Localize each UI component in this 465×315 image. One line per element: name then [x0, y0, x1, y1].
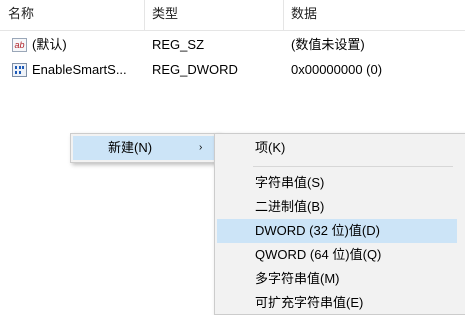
- menu-item-multi-string-value[interactable]: 多字符串值(M): [217, 267, 457, 291]
- column-divider[interactable]: [144, 0, 145, 30]
- value-type: REG_SZ: [152, 37, 205, 52]
- menu-item-binary-value[interactable]: 二进制值(B): [217, 195, 457, 219]
- table-row[interactable]: EnableSmartS... REG_DWORD 0x00000000 (0): [0, 59, 465, 81]
- value-name: EnableSmartS...: [32, 62, 127, 77]
- value-data: 0x00000000 (0): [291, 62, 383, 77]
- column-header-type[interactable]: 类型: [152, 0, 178, 30]
- table-row[interactable]: ab (默认) REG_SZ (数值未设置): [0, 34, 465, 56]
- binary-value-icon: [12, 63, 27, 77]
- column-divider[interactable]: [283, 0, 284, 30]
- menu-item-label: 多字符串值(M): [255, 271, 340, 286]
- menu-item-expandable-string-value[interactable]: 可扩充字符串值(E): [217, 291, 457, 315]
- menu-item-dword-value[interactable]: DWORD (32 位)值(D): [217, 219, 457, 243]
- chevron-right-icon: ›: [199, 142, 203, 153]
- menu-item-qword-value[interactable]: QWORD (64 位)值(Q): [217, 243, 457, 267]
- menu-separator: [253, 166, 453, 167]
- menu-item-label: 项(K): [255, 140, 286, 155]
- menu-item-new-label: 新建(N): [108, 140, 153, 155]
- menu-item-string-value[interactable]: 字符串值(S): [217, 171, 457, 195]
- menu-item-label: 可扩充字符串值(E): [255, 295, 364, 310]
- menu-item-label: DWORD (32 位)值(D): [255, 223, 380, 238]
- context-menu: 新建(N) ›: [70, 133, 220, 163]
- string-value-icon: ab: [12, 38, 27, 52]
- value-type: REG_DWORD: [152, 62, 238, 77]
- list-header: 名称 类型 数据: [0, 0, 465, 31]
- menu-item-key[interactable]: 项(K): [217, 136, 457, 160]
- column-header-name[interactable]: 名称: [8, 0, 34, 30]
- value-name: (默认): [32, 37, 67, 52]
- menu-item-label: 字符串值(S): [255, 175, 325, 190]
- column-header-data[interactable]: 数据: [291, 0, 317, 30]
- new-submenu: 项(K) 字符串值(S) 二进制值(B) DWORD (32 位)值(D) QW…: [214, 133, 465, 315]
- menu-item-label: 二进制值(B): [255, 199, 325, 214]
- value-data: (数值未设置): [291, 37, 365, 52]
- menu-item-label: QWORD (64 位)值(Q): [255, 247, 382, 262]
